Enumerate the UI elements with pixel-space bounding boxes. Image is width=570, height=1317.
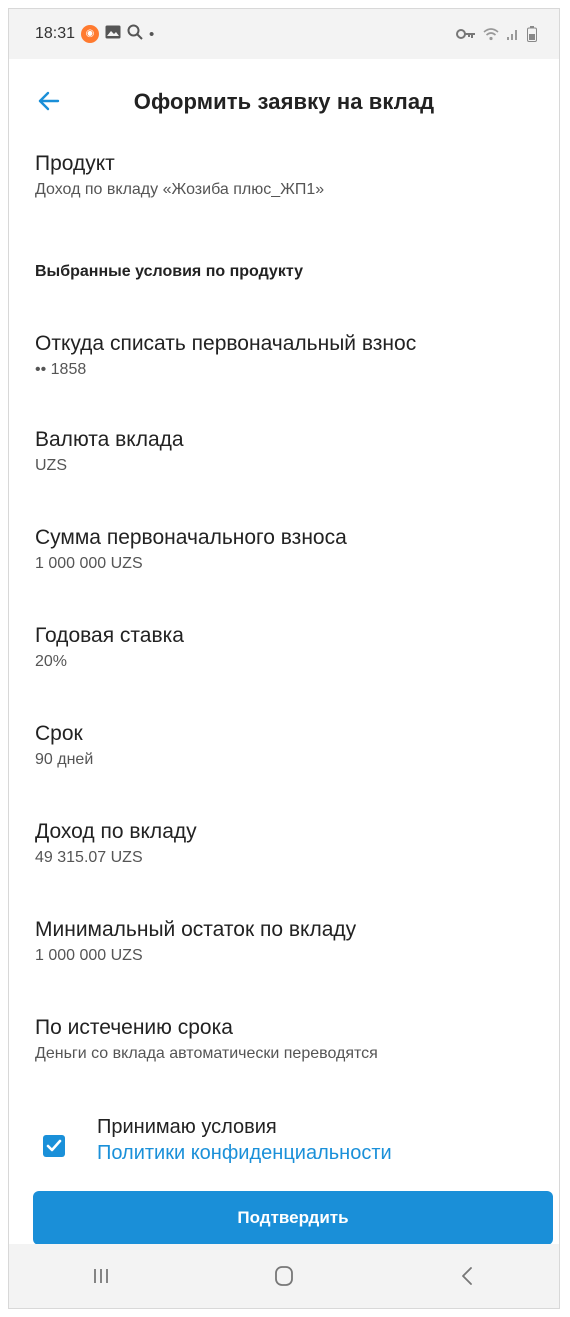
- field-label: Минимальный остаток по вкладу: [35, 918, 357, 941]
- field-value: 49 315.07 UZS: [35, 849, 143, 867]
- back-nav-button[interactable]: [427, 1251, 507, 1301]
- app-bar: Оформить заявку на вклад: [9, 71, 559, 133]
- field-value: Деньги со вклада автоматически переводят…: [35, 1045, 378, 1063]
- field-value: •• 1858: [35, 361, 87, 379]
- recent-apps-button[interactable]: [61, 1251, 141, 1301]
- agreement-row: Принимаю условия Политики конфиденциальн…: [43, 1115, 541, 1166]
- field-value: Доход по вкладу «Жозиба плюс_ЖП1»: [35, 181, 325, 199]
- source-account-field: Откуда списать первоначальный взнос •• 1…: [35, 331, 541, 380]
- recent-apps-icon: [93, 1269, 108, 1283]
- on-expiry-field: По истечению срока Деньги со вклада авто…: [35, 1015, 541, 1064]
- confirm-button[interactable]: Подтвердить: [33, 1191, 553, 1245]
- checkmark-icon: [46, 1139, 62, 1152]
- section-title-text: Выбранные условия по продукту: [35, 263, 303, 280]
- agree-checkbox[interactable]: [43, 1135, 65, 1157]
- gallery-icon: [105, 25, 121, 43]
- status-icons-left: ◉ •: [81, 24, 154, 44]
- product-field: Продукт Доход по вкладу «Жозиба плюс_ЖП1…: [35, 151, 541, 200]
- search-icon: [127, 24, 143, 44]
- income-field: Доход по вкладу 49 315.07 UZS: [35, 819, 541, 868]
- privacy-policy-link[interactable]: Политики конфиденциальности: [97, 1140, 392, 1166]
- field-label: Годовая ставка: [35, 624, 184, 647]
- min-balance-field: Минимальный остаток по вкладу 1 000 000 …: [35, 917, 541, 966]
- home-icon: [275, 1266, 293, 1286]
- annual-rate-field: Годовая ставка 20%: [35, 623, 541, 672]
- dot-icon: •: [149, 25, 155, 43]
- phone-screen: 18:31 ◉ • Оформить заявку на вклад Проду…: [8, 8, 560, 1309]
- agree-label: Принимаю условия: [97, 1116, 277, 1138]
- signal-icon: [506, 27, 520, 41]
- field-value: 1 000 000 UZS: [35, 947, 143, 965]
- term-field: Срок 90 дней: [35, 721, 541, 770]
- field-label: Сумма первоначального взноса: [35, 526, 347, 549]
- section-title: Выбранные условия по продукту: [35, 263, 541, 281]
- field-label: По истечению срока: [35, 1016, 233, 1039]
- app-notification-icon: ◉: [81, 25, 100, 43]
- page-title: Оформить заявку на вклад: [133, 89, 435, 114]
- status-time: 18:31: [35, 25, 76, 42]
- field-label: Откуда списать первоначальный взнос: [35, 332, 417, 355]
- agreement-text: Принимаю условия Политики конфиденциальн…: [97, 1115, 392, 1166]
- field-value: UZS: [35, 457, 67, 475]
- vpn-key-icon: [456, 28, 476, 40]
- field-value: 90 дней: [35, 751, 94, 769]
- status-icons-right: [456, 26, 537, 42]
- home-button[interactable]: [244, 1251, 324, 1301]
- battery-icon: [527, 26, 537, 42]
- currency-field: Валюта вклада UZS: [35, 427, 541, 476]
- field-label: Продукт: [35, 152, 115, 175]
- initial-amount-field: Сумма первоначального взноса 1 000 000 U…: [35, 525, 541, 574]
- field-value: 20%: [35, 653, 68, 671]
- field-label: Доход по вкладу: [35, 820, 197, 843]
- field-value: 1 000 000 UZS: [35, 555, 143, 573]
- system-nav-bar: [9, 1244, 559, 1308]
- chevron-left-icon: [462, 1267, 473, 1285]
- status-bar: 18:31 ◉ •: [9, 9, 559, 59]
- field-label: Валюта вклада: [35, 428, 184, 451]
- field-label: Срок: [35, 722, 83, 745]
- wifi-icon: [483, 27, 499, 41]
